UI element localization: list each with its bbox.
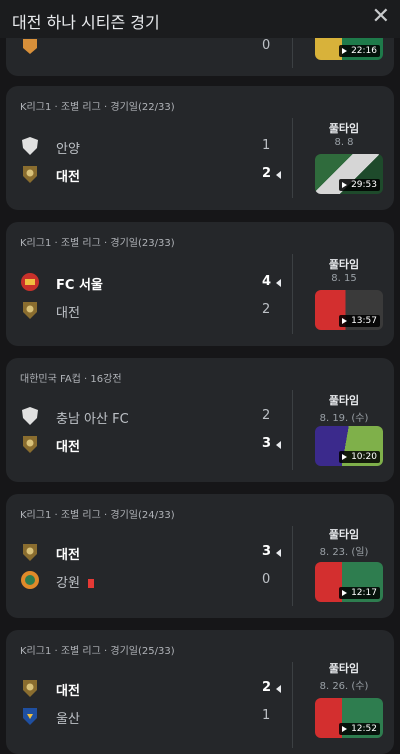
highlight-video-thumbnail[interactable]: 29:53 bbox=[315, 154, 383, 194]
away-score: 2 bbox=[262, 166, 272, 181]
team-logo-icon bbox=[23, 39, 37, 54]
match-status: 풀타임 bbox=[328, 662, 360, 675]
divider bbox=[292, 662, 293, 748]
away-team-name: 대전 bbox=[56, 440, 80, 455]
away-team-name-text: 강원 bbox=[56, 576, 80, 591]
away-team-row: 대전 3 bbox=[20, 434, 281, 456]
video-duration: 13:57 bbox=[339, 315, 380, 327]
divider bbox=[292, 254, 293, 334]
home-score: 2 bbox=[262, 408, 271, 423]
highlight-video-thumbnail[interactable]: 12:52 bbox=[315, 698, 383, 738]
team-crest-icon bbox=[23, 436, 37, 453]
team-crest-icon bbox=[21, 571, 39, 589]
home-team-name: 대전 bbox=[56, 684, 80, 699]
highlight-video-thumbnail[interactable]: 10:20 bbox=[315, 426, 383, 466]
highlight-video-thumbnail[interactable]: 13:57 bbox=[315, 290, 383, 330]
match-status: 풀타임 bbox=[328, 528, 360, 541]
match-date: 8. 15 bbox=[331, 273, 357, 284]
league-label: 대한민국 FA컵 · 16강전 bbox=[20, 374, 122, 385]
away-score: 0 bbox=[262, 572, 271, 587]
winner-indicator-icon bbox=[276, 441, 281, 449]
team-crest-icon bbox=[23, 544, 37, 561]
highlight-video-thumbnail[interactable]: 12:17 bbox=[315, 562, 383, 602]
team-crest-icon bbox=[23, 680, 37, 697]
away-score: 1 bbox=[262, 708, 271, 723]
away-team-name: 울산 bbox=[56, 712, 80, 727]
video-duration: 10:20 bbox=[339, 451, 380, 463]
winner-indicator-icon bbox=[276, 171, 281, 179]
winner-indicator-icon bbox=[276, 279, 281, 287]
away-team-name: 강원 bbox=[56, 572, 94, 591]
video-duration: 12:52 bbox=[339, 723, 380, 735]
match-date: 8. 26. (수) bbox=[319, 681, 369, 692]
league-label: K리그1 · 조별 리그 · 경기일(25/33) bbox=[20, 646, 175, 657]
match-card[interactable]: K리그1 · 조별 리그 · 경기일(22/33) 안양 1 대전 2 풀타임 … bbox=[6, 86, 394, 210]
home-score: 2 bbox=[262, 680, 272, 695]
home-team-name: FC 서울 bbox=[56, 278, 103, 293]
match-status: 풀타임 bbox=[328, 394, 360, 407]
match-date: 8. 19. (수) bbox=[319, 413, 369, 424]
league-label: K리그1 · 조별 리그 · 경기일(23/33) bbox=[20, 238, 175, 249]
home-team-row: 충남 아산 FC 2 bbox=[20, 406, 280, 428]
red-card-icon bbox=[87, 579, 94, 588]
match-card[interactable]: K리그1 · 조별 리그 · 경기일(23/33) FC 서울 4 대전 2 풀… bbox=[6, 222, 394, 346]
home-team-name: 안양 bbox=[56, 142, 80, 157]
shield-icon bbox=[22, 407, 38, 425]
divider bbox=[292, 390, 293, 470]
away-team-name: 대전 bbox=[56, 306, 80, 321]
home-team-row: 0 bbox=[20, 36, 280, 58]
divider bbox=[292, 118, 293, 198]
close-icon[interactable]: ✕ bbox=[372, 4, 390, 29]
divider bbox=[292, 526, 293, 606]
video-duration: 29:53 bbox=[339, 179, 380, 191]
match-card[interactable]: 대한민국 FA컵 · 16강전 충남 아산 FC 2 대전 3 풀타임 8. 1… bbox=[6, 358, 394, 482]
match-status: 풀타임 bbox=[328, 122, 360, 135]
match-card[interactable]: K리그1 · 조별 리그 · 경기일(25/33) 대전 2 울산 1 풀타임 … bbox=[6, 630, 394, 754]
home-team-row: 대전 3 bbox=[20, 542, 281, 564]
header-bar: 대전 하나 시티즌 경기 ✕ bbox=[0, 0, 400, 38]
home-team-row: FC 서울 4 bbox=[20, 272, 281, 294]
match-card[interactable]: K리그1 · 조별 리그 · 경기일(24/33) 대전 3 강원 0 풀타임 … bbox=[6, 494, 394, 618]
team-crest-icon bbox=[23, 166, 37, 183]
home-team-name: 충남 아산 FC bbox=[56, 412, 129, 427]
winner-indicator-icon bbox=[276, 549, 281, 557]
video-duration: 22:16 bbox=[339, 45, 380, 57]
league-label: K리그1 · 조별 리그 · 경기일(24/33) bbox=[20, 510, 175, 521]
video-duration: 12:17 bbox=[339, 587, 380, 599]
shield-icon bbox=[22, 137, 38, 155]
winner-indicator-icon bbox=[276, 685, 281, 693]
home-team-row: 대전 2 bbox=[20, 678, 281, 700]
away-team-row: 대전 2 bbox=[20, 164, 281, 186]
home-team-row: 안양 1 bbox=[20, 136, 280, 158]
match-status: 풀타임 bbox=[328, 258, 360, 271]
match-date: 8. 23. (일) bbox=[319, 547, 369, 558]
league-label: K리그1 · 조별 리그 · 경기일(22/33) bbox=[20, 102, 175, 113]
home-score: 4 bbox=[262, 274, 272, 289]
page-title: 대전 하나 시티즌 경기 bbox=[12, 13, 160, 32]
home-score: 3 bbox=[262, 544, 272, 559]
away-team-row: 대전 2 bbox=[20, 300, 280, 322]
home-score: 1 bbox=[262, 138, 271, 153]
team-crest-icon bbox=[23, 302, 37, 319]
away-score: 2 bbox=[262, 302, 271, 317]
home-score: 0 bbox=[262, 38, 271, 53]
away-team-name: 대전 bbox=[56, 170, 80, 185]
away-team-row: 울산 1 bbox=[20, 706, 280, 728]
team-crest-icon bbox=[21, 273, 39, 291]
match-date: 8. 8 bbox=[334, 137, 354, 148]
away-team-row: 강원 0 bbox=[20, 570, 280, 592]
away-score: 3 bbox=[262, 436, 272, 451]
home-team-name: 대전 bbox=[56, 548, 80, 563]
team-crest-icon bbox=[23, 708, 37, 725]
